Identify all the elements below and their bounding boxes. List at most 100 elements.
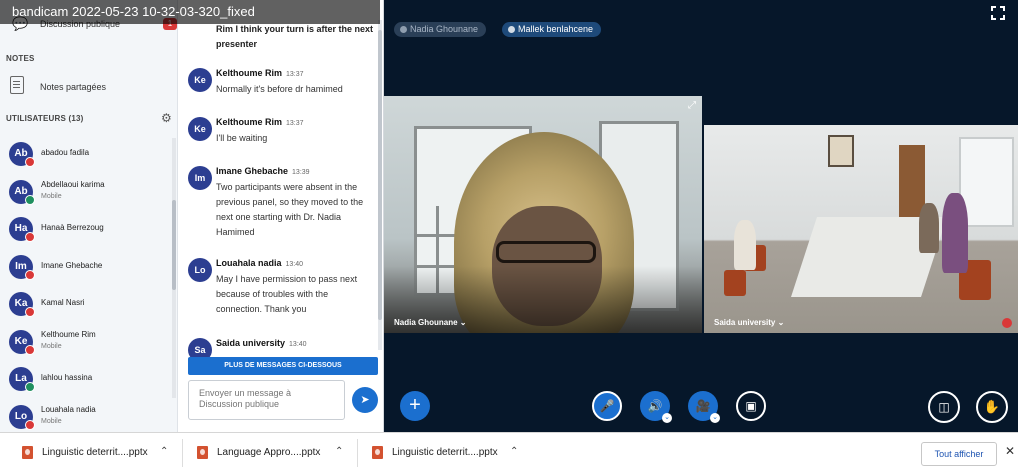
chat-scrollbar-thumb[interactable] <box>378 30 382 320</box>
camera-button[interactable]: 🎥 ⌄ <box>688 391 720 423</box>
user-item[interactable]: La lahlou hassina <box>0 363 174 401</box>
chevron-down-icon[interactable]: ⌄ <box>710 413 720 423</box>
recorder-watermark: bandicam 2022-05-23 10-32-03-320_fixed <box>0 0 380 24</box>
avatar: Ke <box>188 68 212 92</box>
presentation-button[interactable]: ◫ <box>928 391 960 423</box>
muted-mic-icon <box>25 232 35 242</box>
users-sidebar: 💬 Discussion publique 1 NOTES Notes part… <box>0 0 178 432</box>
user-device: Mobile <box>41 192 62 200</box>
notes-icon <box>10 76 24 94</box>
video-user-name[interactable]: Nadia Ghounane ⌄ <box>394 318 467 327</box>
screen-share-button[interactable]: ▣ <box>736 391 766 421</box>
chevron-up-icon[interactable]: ⌃ <box>335 446 343 457</box>
fullscreen-icon[interactable] <box>991 6 1005 20</box>
avatar: Ke <box>188 117 212 141</box>
message-text: I'll be waiting <box>216 133 268 143</box>
user-device: Mobile <box>41 342 62 350</box>
user-item[interactable]: Ab Abdellaoui karima Mobile <box>0 176 174 214</box>
muted-mic-icon <box>25 269 35 280</box>
message-time: 13:40 <box>285 261 304 268</box>
user-name: Imane Ghebache <box>41 260 103 270</box>
download-item[interactable]: Language Appro....pptx ⌃ <box>185 439 358 467</box>
muted-mic-icon <box>1002 318 1012 328</box>
message-author: Louahala nadia 13:40 <box>216 258 304 268</box>
user-name: Kelthoume Rim <box>41 329 96 339</box>
muted-mic-icon <box>25 419 35 430</box>
video-tile[interactable]: ⤢ Saida university ⌄ <box>704 125 1018 333</box>
muted-mic-icon <box>25 344 35 355</box>
message-time: 13:37 <box>286 71 304 78</box>
message-time: 13:37 <box>286 120 304 127</box>
listen-only-icon <box>25 194 35 205</box>
user-name: Hanaà Berrezoug <box>41 223 104 232</box>
user-device: Mobile <box>41 417 62 425</box>
message-time: 13:40 <box>289 341 307 348</box>
pptx-file-icon <box>22 446 33 459</box>
user-name: lahlou hassina <box>41 373 93 382</box>
download-filename: Language Appro....pptx <box>217 447 321 458</box>
users-heading: UTILISATEURS (13) <box>6 114 84 123</box>
user-name: Louahala nadia <box>41 404 96 414</box>
talker-indicator[interactable]: Mallek benlahcene <box>502 22 602 37</box>
expand-icon[interactable]: ⤢ <box>688 100 696 111</box>
avatar: Lo <box>188 258 212 282</box>
shared-notes-label: Notes partagées <box>40 82 107 92</box>
user-name: abadou fadila <box>41 148 90 157</box>
message-author: Kelthoume Rim 13:37 <box>216 117 304 127</box>
message-author: Kelthoume Rim 13:37 <box>216 68 304 78</box>
user-item[interactable]: Ha Hanaà Berrezoug <box>0 213 174 251</box>
message-text: Normally it's before dr hamimed <box>216 84 343 94</box>
download-item[interactable]: Linguistic deterrit....pptx ⌃ <box>10 439 183 467</box>
message-author: Imane Ghebache 13:39 <box>216 166 310 176</box>
download-filename: Linguistic deterrit....pptx <box>392 447 498 458</box>
more-messages-button[interactable]: PLUS DE MESSAGES CI-DESSOUS <box>188 357 378 375</box>
listen-only-icon <box>25 382 35 392</box>
screen-share-icon: ▣ <box>745 399 757 413</box>
camera-icon: 🎥 <box>695 399 711 413</box>
pptx-file-icon <box>197 446 208 459</box>
user-item[interactable]: Ke Kelthoume Rim Mobile <box>0 326 174 364</box>
mic-button[interactable]: 🎤 <box>592 391 622 421</box>
show-all-button[interactable]: Tout afficher <box>921 442 997 466</box>
user-name: Abdellaoui karima <box>41 179 105 189</box>
download-item[interactable]: Linguistic deterrit....pptx ⌃ <box>360 441 532 465</box>
chevron-up-icon[interactable]: ⌃ <box>160 446 168 457</box>
message-author: Saida university 13:40 <box>216 338 307 348</box>
shared-notes-item[interactable]: Notes partagées <box>0 76 177 98</box>
talker-indicator[interactable]: Nadia Ghounane <box>394 22 487 37</box>
download-filename: Linguistic deterrit....pptx <box>42 447 148 458</box>
video-tile[interactable]: ⤢ Nadia Ghounane ⌄ <box>384 96 702 333</box>
chat-panel: Rim I think your turn is after the next … <box>178 0 384 432</box>
message-text: May I have permission to pass next becau… <box>216 274 358 314</box>
user-item[interactable]: Im Imane Ghebache <box>0 251 174 289</box>
send-icon: ➤ <box>360 394 370 406</box>
muted-mic-icon <box>25 157 35 167</box>
audio-button[interactable]: 🔊 ⌄ <box>640 391 672 423</box>
presentation-icon: ◫ <box>938 400 950 414</box>
video-user-name[interactable]: Saida university ⌄ <box>714 318 784 327</box>
actions-button[interactable]: + <box>400 391 430 421</box>
user-item[interactable]: Ab abadou fadila <box>0 138 174 176</box>
user-item[interactable]: Lo Louahala nadia Mobile <box>0 401 174 433</box>
raise-hand-button[interactable]: ✋ <box>976 391 1008 423</box>
muted-mic-icon <box>25 307 35 317</box>
gear-icon[interactable]: ⚙ <box>161 111 172 125</box>
pptx-file-icon <box>372 446 383 459</box>
message-text: Rim I think your turn is after the next … <box>216 24 374 49</box>
close-icon[interactable]: ✕ <box>1005 444 1015 458</box>
speaker-icon: 🔊 <box>647 399 663 413</box>
send-button[interactable]: ➤ <box>352 387 378 413</box>
chevron-down-icon[interactable]: ⌄ <box>662 413 672 423</box>
user-list: Ab abadou fadila Ab Abdellaoui karima Mo… <box>0 138 174 432</box>
user-item[interactable]: Ka Kamal Nasri <box>0 288 174 326</box>
hand-icon: ✋ <box>983 399 1001 414</box>
message-text: Two participants were absent in the prev… <box>216 182 364 237</box>
plus-icon: + <box>409 394 421 416</box>
user-name: Kamal Nasri <box>41 298 85 307</box>
main-area: Nadia Ghounane Mallek benlahcene ⤢ Nadia… <box>384 0 1018 432</box>
notes-heading: NOTES <box>6 54 35 63</box>
chevron-up-icon[interactable]: ⌃ <box>510 446 518 457</box>
message-time: 13:39 <box>292 169 310 176</box>
chat-input[interactable] <box>188 380 345 420</box>
downloads-bar: Linguistic deterrit....pptx ⌃ Language A… <box>0 432 1018 472</box>
